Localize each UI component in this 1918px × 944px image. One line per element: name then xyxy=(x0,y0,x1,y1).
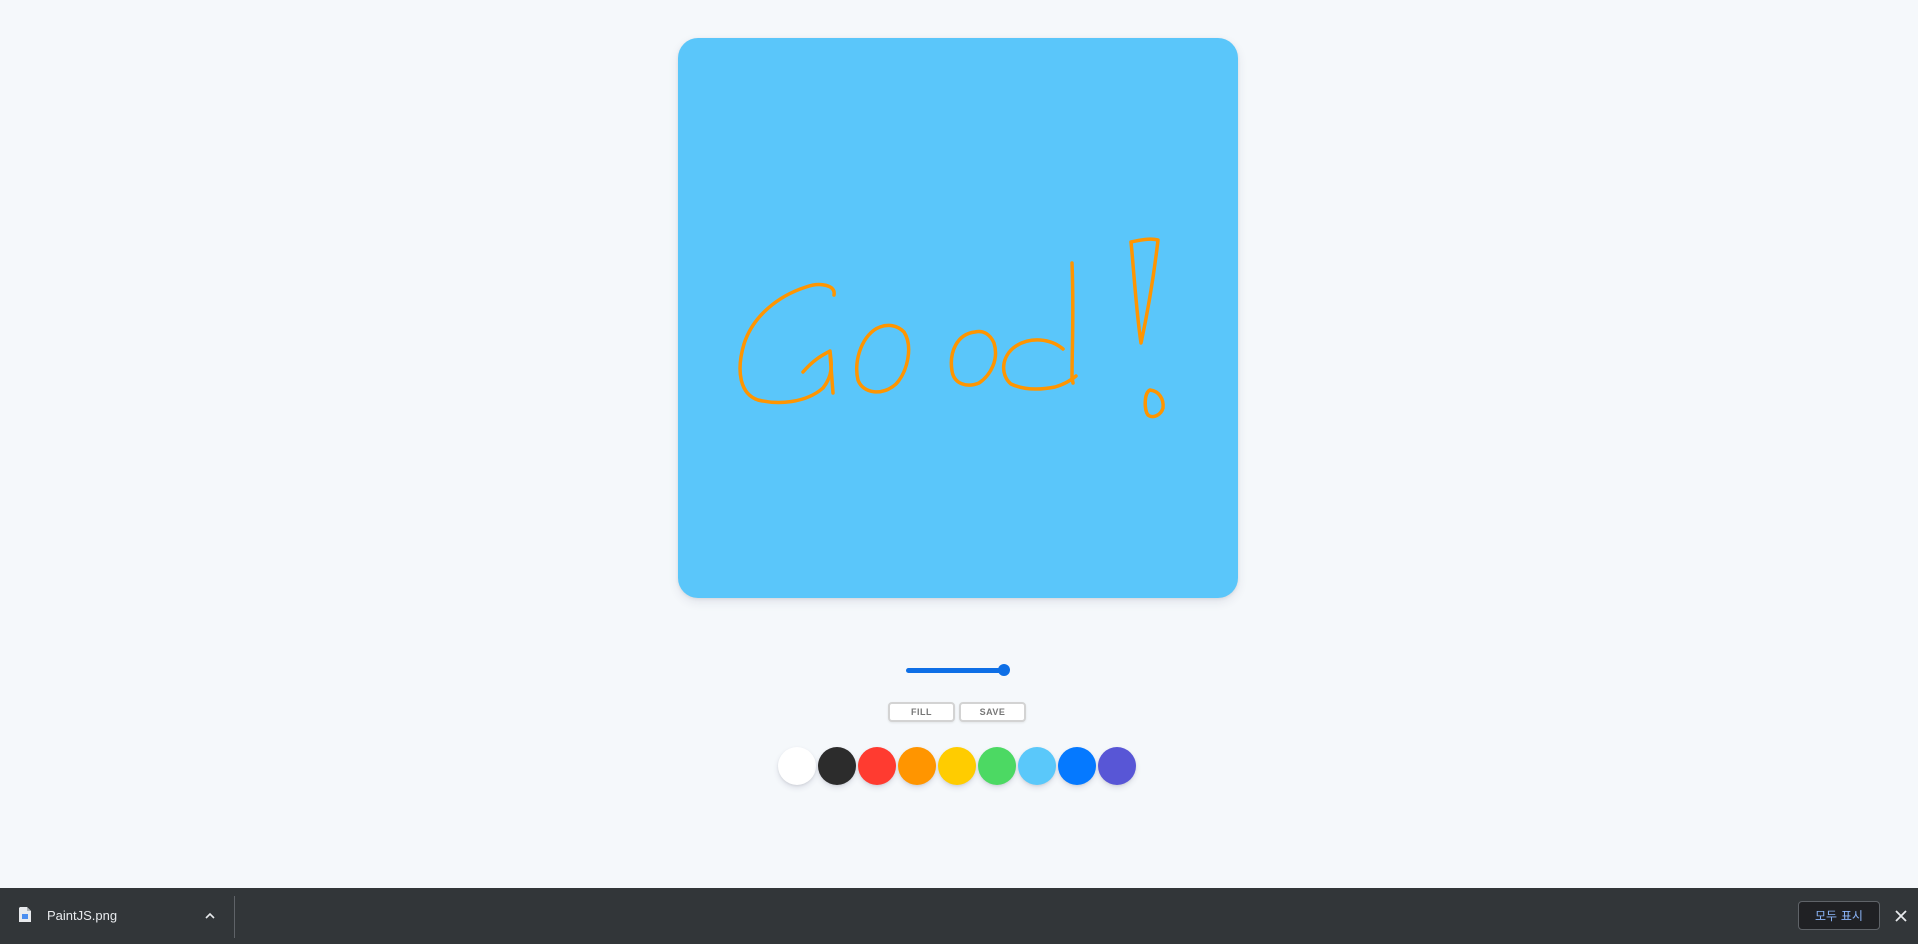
color-swatch[interactable] xyxy=(1058,747,1096,785)
close-icon[interactable] xyxy=(1894,909,1908,923)
drawing-stroke-dot xyxy=(1143,388,1165,419)
brush-size-slider[interactable] xyxy=(906,664,1010,676)
paint-canvas[interactable] xyxy=(678,38,1238,598)
color-swatch[interactable] xyxy=(1098,747,1136,785)
slider-track[interactable] xyxy=(906,668,1004,673)
color-swatch[interactable] xyxy=(1018,747,1056,785)
color-swatch[interactable] xyxy=(858,747,896,785)
color-swatch[interactable] xyxy=(938,747,976,785)
color-swatch[interactable] xyxy=(778,747,816,785)
download-separator xyxy=(234,896,235,938)
download-file-name[interactable]: PaintJS.png xyxy=(47,908,117,923)
drawing-stroke-exclaim xyxy=(1129,237,1160,345)
canvas-drawing xyxy=(738,237,1165,419)
control-buttons: FILL SAVE xyxy=(888,702,1026,722)
save-button[interactable]: SAVE xyxy=(959,702,1026,722)
download-bar: PaintJS.png 모두 표시 xyxy=(0,888,1918,944)
color-palette xyxy=(778,747,1136,785)
file-icon xyxy=(19,907,31,922)
drawing-stroke-o2 xyxy=(949,329,998,387)
drawing-stroke-g xyxy=(738,282,836,405)
drawing-stroke-d xyxy=(1002,261,1078,391)
download-item[interactable]: PaintJS.png xyxy=(0,888,234,944)
slider-thumb[interactable] xyxy=(998,664,1010,676)
color-swatch[interactable] xyxy=(818,747,856,785)
fill-button[interactable]: FILL xyxy=(888,702,955,722)
drawing-stroke-o1 xyxy=(855,323,911,394)
color-swatch[interactable] xyxy=(978,747,1016,785)
paint-app: FILL SAVE xyxy=(0,0,1918,888)
show-all-button[interactable]: 모두 표시 xyxy=(1798,901,1880,930)
color-swatch[interactable] xyxy=(898,747,936,785)
chevron-up-icon[interactable] xyxy=(203,909,217,923)
